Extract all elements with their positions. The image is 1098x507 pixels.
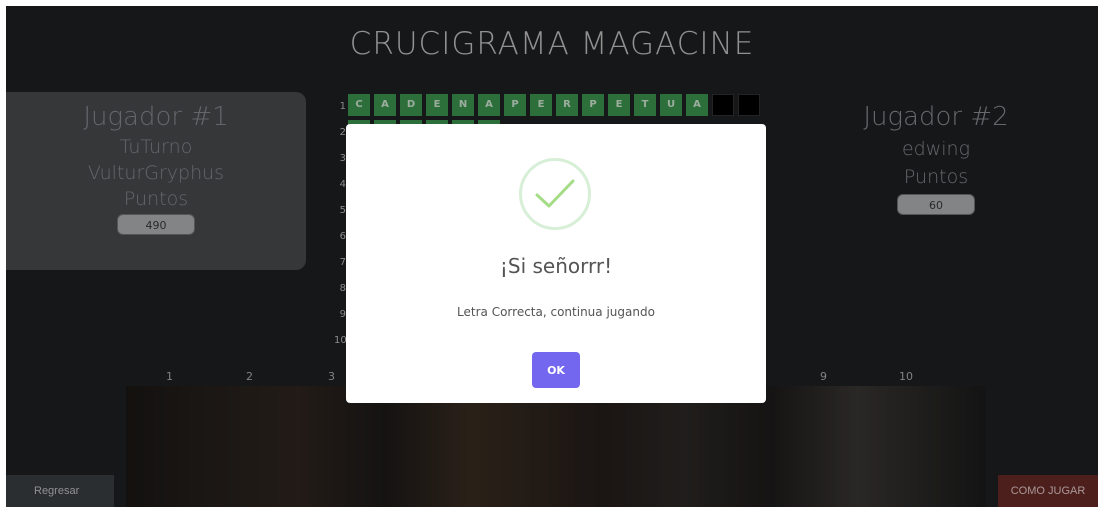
- success-icon: [519, 158, 591, 230]
- dialog-title: ¡Si señorrr!: [499, 254, 613, 278]
- success-dialog: ¡Si señorrr! Letra Correcta, continua ju…: [346, 124, 766, 403]
- ok-button[interactable]: OK: [532, 352, 580, 388]
- app-window: CRUCIGRAMA MAGACINE Jugador #1 TuTurno V…: [6, 6, 1098, 507]
- dialog-message: Letra Correcta, continua jugando: [457, 305, 655, 319]
